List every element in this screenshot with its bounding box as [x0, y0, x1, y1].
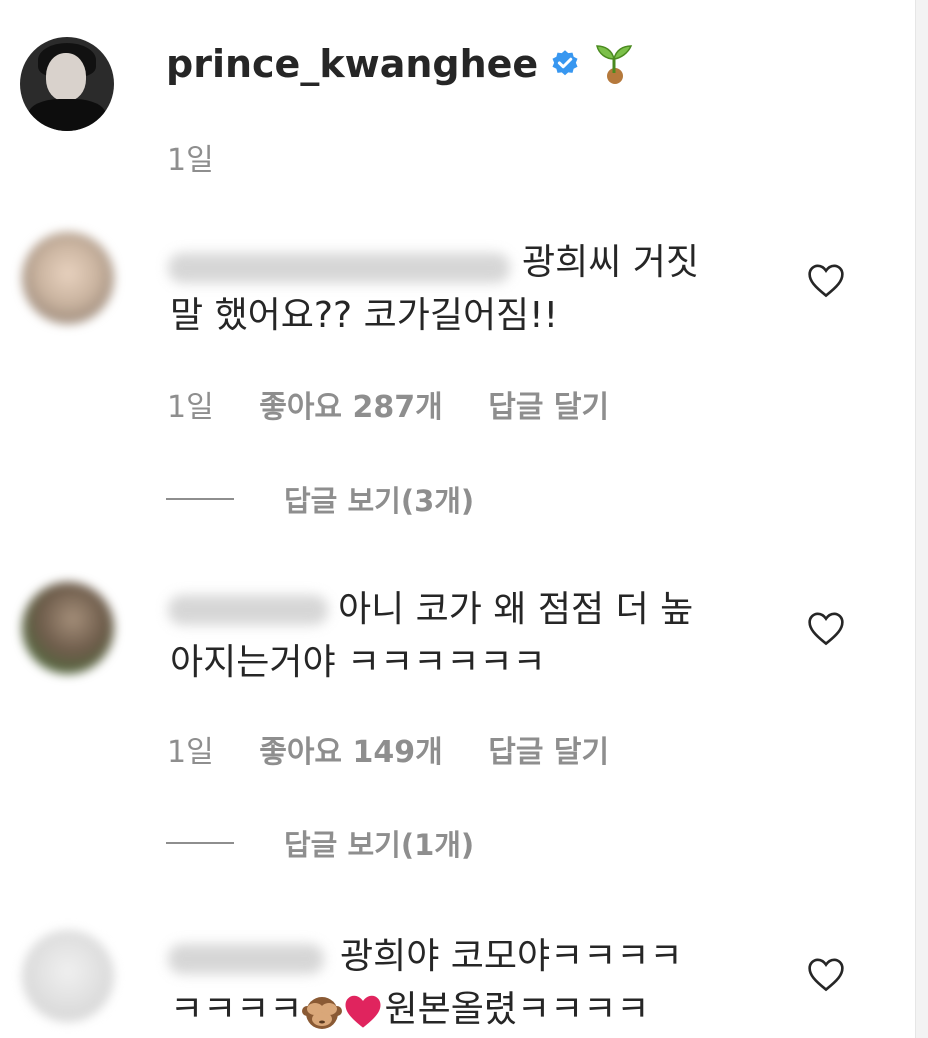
- like-heart-icon[interactable]: [806, 956, 846, 992]
- commenter-avatar[interactable]: [22, 930, 114, 1022]
- replies-divider: [166, 498, 234, 500]
- comment-time: 1일: [167, 735, 214, 770]
- post-username[interactable]: prince_kwanghee: [166, 42, 538, 86]
- scrollbar[interactable]: [915, 0, 928, 1038]
- post-time: 1일: [167, 143, 214, 178]
- red-heart-icon: [345, 995, 381, 1028]
- comment-text: 광희야 코모야ㅋㅋㅋㅋ ㅋㅋㅋㅋ 원본올렸ㅋㅋㅋㅋ: [170, 936, 683, 1030]
- verified-badge-icon: [552, 50, 578, 76]
- reply-button[interactable]: 답글 달기: [488, 735, 609, 770]
- post-author[interactable]: prince_kwanghee: [166, 42, 634, 86]
- likes-count[interactable]: 좋아요 149개: [259, 735, 442, 770]
- commenter-avatar[interactable]: [22, 582, 114, 674]
- like-heart-icon[interactable]: [806, 262, 846, 298]
- reply-button[interactable]: 답글 달기: [488, 390, 609, 425]
- seedling-icon: [596, 45, 633, 84]
- view-replies[interactable]: 답글 보기(3개): [166, 478, 474, 520]
- comment-text: 광희씨 거짓 말 했어요?? 코가길어짐!!: [170, 242, 700, 336]
- view-replies-label[interactable]: 답글 보기(1개): [284, 822, 474, 864]
- replies-divider: [166, 842, 234, 844]
- comment-meta: 1일 좋아요 287개 답글 달기: [167, 382, 645, 426]
- see-no-evil-monkey-icon: [302, 997, 343, 1029]
- comment-text: 아니 코가 왜 점점 더 높 아지는거야 ㅋㅋㅋㅋㅋㅋ: [170, 589, 694, 683]
- comment-time: 1일: [167, 390, 214, 425]
- post-author-avatar[interactable]: [20, 37, 114, 131]
- comment-meta: 1일 좋아요 149개 답글 달기: [167, 727, 645, 771]
- commenter-avatar[interactable]: [22, 232, 114, 324]
- likes-count[interactable]: 좋아요 287개: [259, 390, 442, 425]
- like-heart-icon[interactable]: [806, 610, 846, 646]
- view-replies-label[interactable]: 답글 보기(3개): [284, 478, 474, 520]
- view-replies[interactable]: 답글 보기(1개): [166, 822, 474, 864]
